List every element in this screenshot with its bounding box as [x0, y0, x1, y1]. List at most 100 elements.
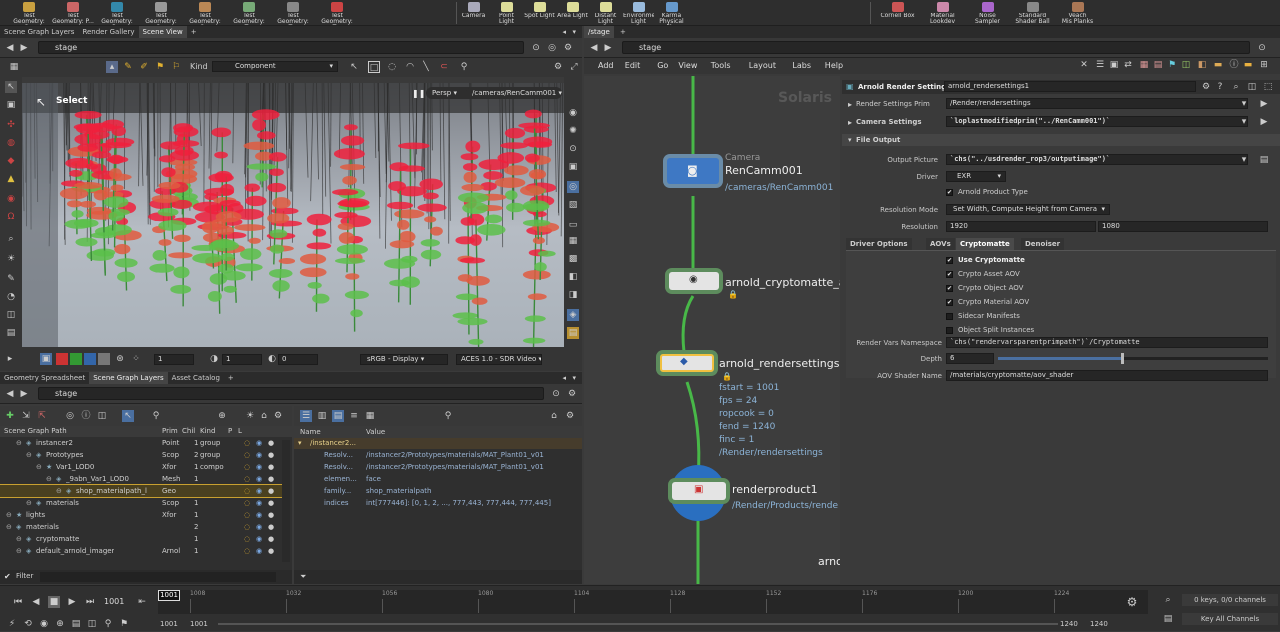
tree-row[interactable]: ⊖◈materialsScop1◌◉● — [0, 497, 282, 509]
menu-help[interactable]: Help — [825, 61, 843, 70]
tree-expand-icon[interactable]: ⊖ — [56, 485, 62, 497]
red-channel-icon[interactable] — [56, 353, 68, 365]
range-cam-icon[interactable]: ◫ — [86, 618, 98, 630]
shelf-tool-left-tools-6[interactable]: Test Geometry: T... — [272, 1, 314, 25]
bg-icon[interactable]: ▭ — [567, 219, 579, 231]
props-attr-icon[interactable]: ▤ — [332, 410, 344, 422]
frame-field-b[interactable]: 1 — [222, 354, 262, 365]
green-channel-icon[interactable] — [70, 353, 82, 365]
props-list-icon[interactable]: ☰ — [300, 410, 312, 422]
exposure-icon[interactable]: ◑ — [208, 353, 220, 365]
layout-icon[interactable]: ◫ — [1180, 59, 1192, 71]
shelf-tool-left-tools-4[interactable]: Test Geometry: S... — [184, 1, 226, 25]
solo-icon[interactable]: ● — [268, 545, 274, 557]
tab-scene-graph-layers[interactable]: Scene Graph Layers — [0, 26, 78, 38]
tree-collapse-icon[interactable]: ⇲ — [20, 410, 32, 422]
forward-arrow-icon[interactable]: ▶ — [602, 42, 614, 54]
forward-arrow-icon[interactable]: ▶ — [18, 388, 30, 400]
tree-light-icon[interactable]: ☀ — [244, 410, 256, 422]
solo-icon[interactable]: ● — [268, 449, 274, 461]
namespace-field[interactable]: `chs("rendervarsparentprimpath")`/Crypto… — [946, 337, 1268, 348]
tree-home-icon[interactable]: ⌂ — [258, 410, 270, 422]
light-icon[interactable]: ✺ — [567, 125, 579, 137]
tree-row[interactable]: ⊖★Var1_LOD0Xfor1compo◌◉● — [0, 461, 282, 473]
sculpt-tool-icon[interactable]: ◔ — [5, 291, 17, 303]
snap-icon[interactable]: ◎ — [567, 181, 579, 193]
current-frame[interactable]: 1001 — [104, 597, 124, 606]
visibility-eye-icon[interactable]: ◉ — [256, 437, 262, 449]
shelf-tool-left-tools-2[interactable]: Test Geometry: R... — [96, 1, 138, 25]
key-icon[interactable]: ⌕ — [1162, 594, 1174, 606]
pane-close-icon[interactable]: ◂ — [562, 26, 566, 38]
box-select-icon[interactable]: □ — [368, 61, 380, 73]
shelf-tool-left-tools-1[interactable]: Test Geometry: P... — [52, 1, 94, 25]
props-grid-icon[interactable]: ▦ — [364, 410, 376, 422]
gear-icon[interactable]: ⚙ — [562, 42, 574, 54]
menu-layout[interactable]: Layout — [749, 61, 776, 70]
resolution-height-field[interactable]: 1080 — [1098, 221, 1268, 232]
tree-camera-icon[interactable]: ◎ — [64, 410, 76, 422]
tree-row[interactable]: ⊖◈cryptomatte1◌◉● — [0, 533, 282, 545]
tree-expand-icon[interactable]: ⊖ — [16, 437, 22, 449]
props-gear-icon[interactable]: ⚙ — [564, 410, 576, 422]
shade-icon[interactable]: ◧ — [567, 271, 579, 283]
menu-tools[interactable]: Tools — [711, 61, 731, 70]
back-arrow-icon[interactable]: ◀ — [588, 42, 600, 54]
render-region-icon[interactable]: ◈ — [567, 309, 579, 321]
driver-dropdown[interactable]: EXR▾ — [946, 171, 1006, 182]
tree-row[interactable]: ⊖◈default_arnold_imagerArnol1◌◉● — [0, 545, 282, 557]
eye-icon[interactable]: ◉ — [567, 107, 579, 119]
renderproduct-node[interactable]: ▣ — [668, 478, 730, 504]
display-all-icon[interactable]: ▣ — [40, 353, 52, 365]
node-name-field[interactable]: arnold_rendersettings1 — [944, 81, 1196, 92]
add-tab-icon[interactable]: + — [224, 372, 238, 384]
select-tool-icon[interactable]: ↖ — [5, 81, 17, 93]
depth-field[interactable]: 6 — [946, 353, 994, 364]
resolution-width-field[interactable]: 1920 — [946, 221, 1096, 232]
shelf-tool-mid-tools-3[interactable]: Area Light — [557, 1, 588, 25]
checkbox-crypto-asset-aov[interactable]: ✔ — [946, 271, 953, 278]
shelf-tool-left-tools-0[interactable]: Test Geometry: C... — [8, 1, 50, 25]
view-transform-dropdown[interactable]: ACES 1.0 - SDR Video ▾ — [456, 354, 542, 365]
stop-icon[interactable]: ■ — [48, 596, 60, 608]
network-path-field[interactable]: stage — [38, 387, 544, 400]
node-network-canvas[interactable]: Solaris ◙ Camera RenCamm001 /cameras/Ren… — [584, 76, 840, 584]
range-start-2[interactable]: 1001 — [190, 620, 208, 628]
offset-icon[interactable]: ◐ — [266, 353, 278, 365]
solo-icon[interactable]: ● — [268, 461, 274, 473]
output-picture-field[interactable]: `chs("../usdrender_rop3/outputimage")` — [946, 154, 1248, 165]
3d-viewport[interactable]: ↖ Select ❚❚ Persp ▾ /cameras/RenCamm001 … — [22, 83, 564, 347]
key-channels-icon[interactable]: ▤ — [1162, 613, 1174, 625]
tree-row[interactable]: ⊖◈instancer2Point1group◌◉● — [0, 437, 282, 449]
param-search-icon[interactable]: ⌕ — [1230, 81, 1242, 93]
camera-tool-icon[interactable]: ◫ — [5, 309, 17, 321]
shelf-tool-mid-tools-5[interactable]: Environment Light — [623, 1, 654, 25]
light-bulb-icon[interactable]: ◌ — [244, 449, 250, 461]
property-row[interactable]: family...shop_materialpath — [294, 485, 582, 497]
flag-icon[interactable]: ⚑ — [154, 61, 166, 73]
tree-settings-icon[interactable]: ⚙ — [272, 410, 284, 422]
handle-tool-icon[interactable]: Ω — [5, 211, 17, 223]
rs-prim-select-icon[interactable]: ▶ — [1258, 98, 1270, 110]
shelf-tool-mid-tools-2[interactable]: Spot Light — [524, 1, 555, 25]
light-bulb-icon[interactable]: ◌ — [244, 533, 250, 545]
gear-icon[interactable]: ⚙ — [566, 388, 578, 400]
range-icon[interactable]: ⇤ — [136, 596, 148, 608]
visibility-eye-icon[interactable]: ◉ — [256, 533, 262, 545]
subtab-driver-options[interactable]: Driver Options — [846, 238, 912, 250]
timeline-track[interactable]: 1001 10081032105610801104112811521176120… — [158, 590, 1148, 614]
realtime-icon[interactable]: ⚡ — [6, 618, 18, 630]
tree-filter-icon[interactable]: ⚲ — [150, 410, 162, 422]
funnel-icon[interactable]: ⏷ — [300, 572, 306, 582]
shelf-tool-right-tools-0[interactable]: Cornell Box — [876, 1, 919, 25]
light-bulb-icon[interactable]: ◌ — [244, 497, 250, 509]
subtab-aovs[interactable]: AOVs — [926, 238, 955, 250]
add-tab-icon[interactable]: + — [616, 26, 630, 38]
blue-channel-icon[interactable] — [84, 353, 96, 365]
tree-layer-icon[interactable]: ◫ — [96, 410, 108, 422]
property-row[interactable]: Resolv.../instancer2/Prototypes/material… — [294, 449, 582, 461]
loop-icon[interactable]: ⟲ — [22, 618, 34, 630]
line-select-icon[interactable]: ╲ — [420, 61, 432, 73]
key-all-button[interactable]: Key All Channels — [1182, 613, 1278, 625]
range-flag-icon[interactable]: ⚑ — [118, 618, 130, 630]
